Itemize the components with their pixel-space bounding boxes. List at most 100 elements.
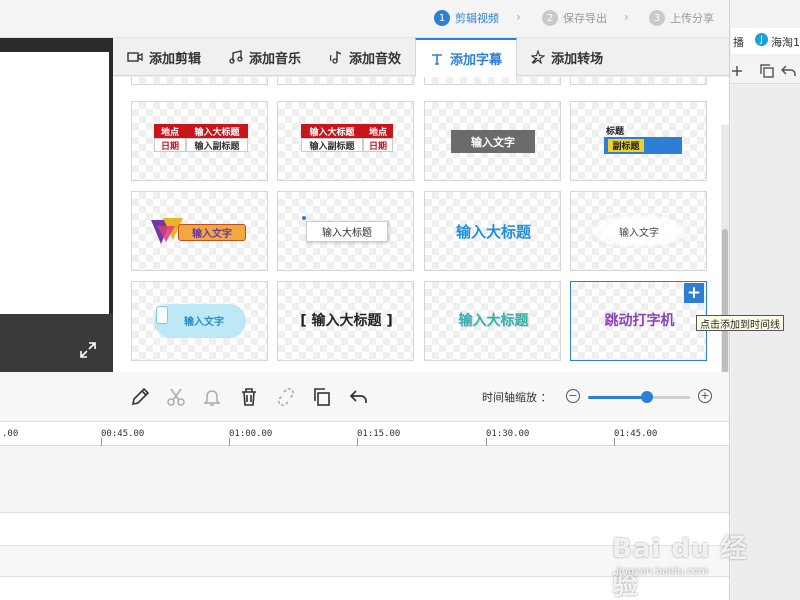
subtitle-template-partial[interactable] (131, 77, 268, 85)
scissors-icon[interactable] (165, 386, 187, 408)
tab-add-transition[interactable]: 添加转场 (517, 38, 617, 76)
tab-label: 添加音乐 (249, 51, 302, 67)
grid-scrollbar-thumb[interactable] (722, 229, 728, 372)
text-icon (432, 53, 443, 65)
timeline-ruler[interactable]: .00 00:45.00 01:00.00 01:15.00 01:30.00 … (0, 422, 729, 446)
pencil-icon[interactable] (129, 386, 151, 408)
subtitle-template-partial[interactable] (277, 77, 414, 85)
ruler-tick (486, 438, 487, 446)
template-text: 输入文字 (619, 227, 659, 239)
timeline-effect-track[interactable] (0, 578, 729, 600)
bell-icon[interactable] (201, 386, 223, 408)
material-panel: 添加剪辑 添加音乐 添加音效 添加字幕 添加转场 地点 输入大标题 日期 输入副… (113, 38, 729, 372)
subtitle-template-5[interactable]: 输入文字 (131, 191, 268, 271)
step-bar: 1 剪辑视频 › 2 保存导出 › 3 上传分享 (0, 0, 729, 38)
video-preview (0, 38, 113, 372)
step-number: 3 (649, 10, 665, 26)
template-text: 输入大标题 (301, 124, 363, 138)
subtitle-template-1[interactable]: 地点 输入大标题 日期 输入副标题 (131, 101, 268, 181)
video-icon (127, 52, 143, 62)
subtitle-template-9[interactable]: 输入文字 (131, 281, 268, 361)
background-text[interactable]: 海淘1 (771, 34, 800, 50)
subtitle-template-12[interactable]: 跳动打字机 + (570, 281, 707, 361)
video-editor-window: 1 剪辑视频 › 2 保存导出 › 3 上传分享 添加剪辑 添加音乐 添加音效 … (0, 0, 730, 600)
template-text: 输入副标题 (186, 138, 248, 152)
ruler-tick (614, 438, 615, 446)
subtitle-template-11[interactable]: 输入大标题 (424, 281, 561, 361)
subtitle-template-4[interactable]: 标题 副标题 (570, 101, 707, 181)
tab-add-subtitle[interactable]: 添加字幕 (415, 38, 518, 77)
chevron-right-icon: › (624, 10, 629, 24)
template-text: 输入文字 (451, 130, 535, 153)
unlink-icon[interactable] (275, 386, 297, 408)
zoom-label: 时间轴缩放 ： (482, 391, 552, 404)
material-tabs: 添加剪辑 添加音乐 添加音效 添加字幕 添加转场 (113, 38, 729, 77)
tab-label: 添加字幕 (450, 53, 503, 68)
subtitle-template-3[interactable]: 输入文字 (424, 101, 561, 181)
template-text: 输入大标题 (306, 221, 388, 242)
step-save-export[interactable]: 2 保存导出 (542, 10, 607, 26)
ruler-tick-label: 01:15.00 (357, 429, 401, 439)
zoom-in-button[interactable]: + (698, 389, 712, 403)
step-label: 剪辑视频 (455, 12, 499, 25)
subtitle-template-2[interactable]: 输入大标题 地点 输入副标题 日期 (277, 101, 414, 181)
undo-icon[interactable] (348, 386, 370, 408)
zoom-slider-fill (588, 396, 648, 399)
template-text: 日期 (154, 138, 186, 152)
step-label: 上传分享 (670, 12, 714, 25)
subtitle-template-10[interactable]: [ 输入大标题 ] (277, 281, 414, 361)
ruler-tick-label: 01:30.00 (486, 429, 530, 439)
template-dot (302, 216, 306, 220)
subtitle-template-partial[interactable] (424, 77, 561, 85)
undo-icon[interactable] (781, 63, 797, 79)
timeline-audio-track[interactable] (0, 514, 729, 546)
subtitle-template-partial[interactable] (570, 77, 707, 85)
preview-canvas (0, 52, 109, 352)
trash-icon[interactable] (238, 386, 260, 408)
tab-add-music[interactable]: 添加音乐 (215, 38, 315, 76)
tab-add-sound-effect[interactable]: 添加音效 (315, 38, 415, 76)
subtitle-template-6[interactable]: 输入大标题 (277, 191, 414, 271)
timeline-video-track[interactable] (0, 447, 729, 513)
ruler-tick-label: 01:00.00 (229, 429, 273, 439)
add-to-timeline-button[interactable]: + (684, 283, 704, 303)
template-text: 地点 (154, 124, 186, 138)
template-text: 输入文字 (178, 224, 246, 241)
subtitle-template-8[interactable]: 输入文字 (570, 191, 707, 271)
timeline-subtitle-track[interactable] (0, 547, 729, 577)
tab-label: 添加剪辑 (149, 51, 202, 67)
background-window-header: 播 J 海淘1 (731, 28, 800, 54)
step-edit-video[interactable]: 1 剪辑视频 (434, 10, 499, 26)
tab-add-clip[interactable]: 添加剪辑 (113, 38, 215, 76)
copy-icon[interactable] (759, 63, 775, 79)
step-upload-share[interactable]: 3 上传分享 (649, 10, 714, 26)
tooltip: 点击添加到时间线 (696, 315, 784, 331)
template-text: 地点 (363, 124, 393, 138)
fullscreen-icon[interactable] (78, 340, 98, 360)
ruler-tick-label: 00:45.00 (101, 429, 145, 439)
copy-icon[interactable] (311, 386, 333, 408)
template-text: 副标题 (608, 139, 644, 152)
plus-icon[interactable] (731, 63, 743, 79)
background-window-toolbar (731, 58, 800, 84)
logo-icon: J (755, 33, 768, 46)
subtitle-template-grid: 地点 输入大标题 日期 输入副标题 输入大标题 地点 输入副标题 日期 输入文字… (113, 77, 729, 372)
step-number: 1 (434, 10, 450, 26)
step-number: 2 (542, 10, 558, 26)
background-window-body (731, 85, 800, 600)
template-text: 跳动打字机 (604, 313, 675, 329)
subtitle-template-7[interactable]: 输入大标题 (424, 191, 561, 271)
template-text: 输入大标题 (455, 222, 531, 241)
template-text: [ 输入大标题 ] (300, 313, 393, 329)
zoom-out-button[interactable]: − (566, 389, 580, 403)
tab-label: 添加转场 (551, 51, 604, 67)
tab-label: 添加音效 (349, 51, 402, 67)
chevron-right-icon: › (516, 10, 521, 24)
ruler-tick-label: .00 (2, 429, 19, 439)
template-text: 输入大标题 (458, 313, 529, 329)
ruler-tick-label: 01:45.00 (614, 429, 658, 439)
music-icon (229, 50, 243, 64)
background-text: 播 (733, 36, 744, 49)
ruler-tick (101, 438, 102, 446)
ruler-tick (357, 438, 358, 446)
